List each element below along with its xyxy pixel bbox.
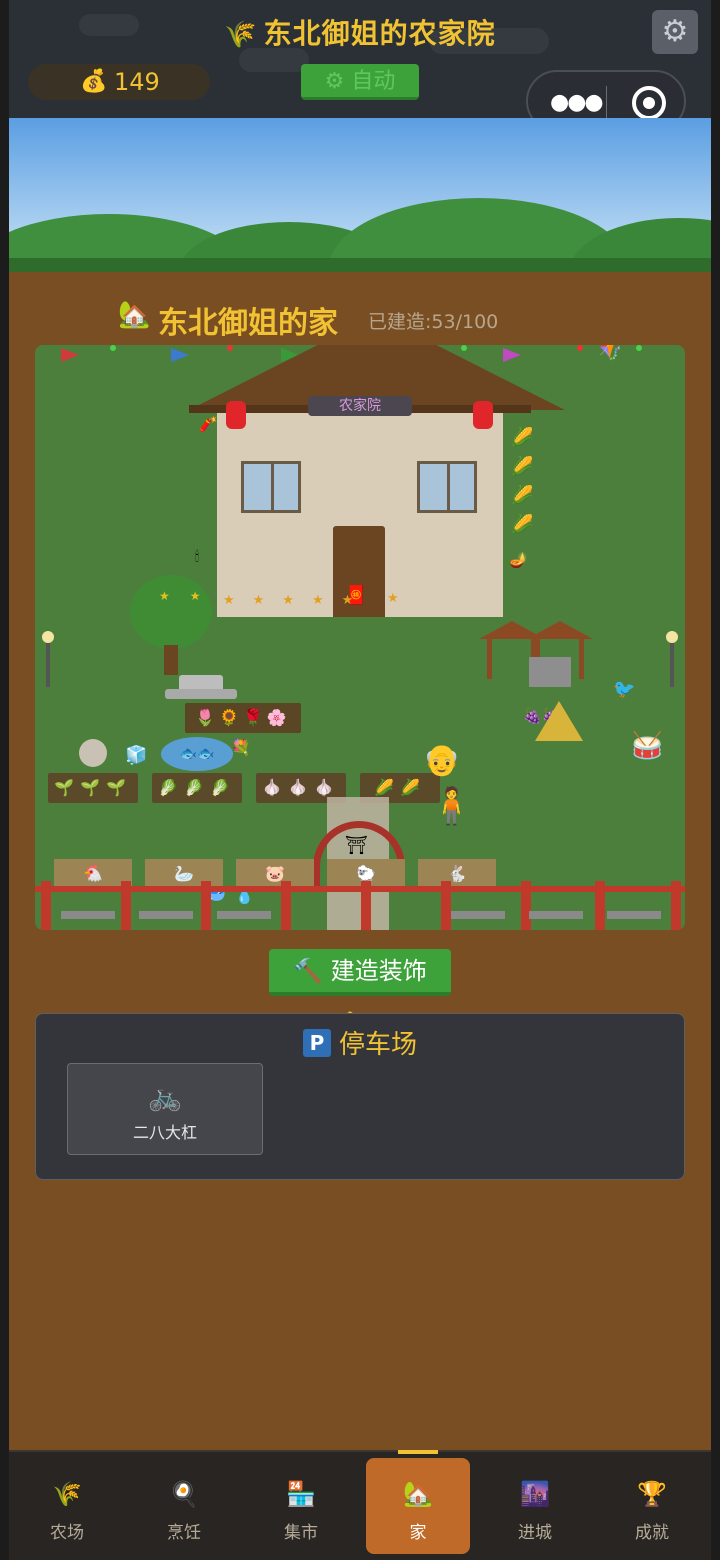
nav-market[interactable]: 🏪 集市 (249, 1458, 353, 1554)
sky-scene (9, 118, 711, 270)
haystack (535, 701, 583, 741)
house-name: 东北御姐的家 (158, 306, 338, 341)
bottom-nav: 🌾 农场 🍳 烹饪 🏪 集市 🏡 家 🌆 进城 🏆 成就 (9, 1450, 711, 1560)
corn-icon: 🌽 🌽 🌽 🌽 (511, 427, 534, 535)
vehicle-name: 二八大杠 (132, 1123, 197, 1142)
nav-label: 进城 (518, 1523, 552, 1543)
ice-icon: 🧊 (125, 745, 148, 766)
lantern-icon (226, 401, 246, 429)
lantern-icon (473, 401, 493, 429)
parking-panel: P 停车场 🚲 二八大杠 (35, 1013, 685, 1180)
pig-pen[interactable]: 🐷 (236, 859, 314, 889)
nav-home[interactable]: 🏡 家 (366, 1458, 470, 1554)
city-icon: 🌆 (520, 1480, 550, 1508)
seedling-plot[interactable]: 🌱🌱🌱 (48, 773, 138, 803)
street-lamp (666, 631, 678, 687)
stone-well (529, 657, 571, 687)
bird-icon: 🐦 (613, 679, 636, 700)
wheat-icon: 🌾 (52, 1480, 82, 1508)
bicycle-icon: 🚲 (147, 1080, 183, 1113)
close-target-icon[interactable] (632, 86, 666, 120)
nav-label: 集市 (284, 1523, 318, 1543)
player-character[interactable]: 🧍 (429, 785, 474, 827)
nav-cooking[interactable]: 🍳 烹饪 (132, 1458, 236, 1554)
nav-label: 家 (409, 1523, 427, 1543)
nav-label: 烹饪 (167, 1523, 201, 1543)
house-sign: 农家院 (308, 396, 412, 416)
rabbit-pen[interactable]: 🐇 (418, 859, 496, 889)
settings-button[interactable]: ⚙ (652, 10, 698, 54)
game-title-text: 东北御姐的农家院 (263, 17, 496, 50)
nav-label: 农场 (50, 1523, 84, 1543)
more-dots-icon[interactable]: ●●● (550, 90, 604, 115)
kite-icon: 🪁 (599, 345, 622, 362)
game-title: 🌾 东北御姐的农家院 (9, 12, 711, 52)
street-lamp (42, 631, 54, 687)
house-icon: 🏡 (403, 1480, 433, 1508)
fence (35, 886, 685, 930)
tree (130, 575, 212, 649)
nav-farm[interactable]: 🌾 农场 (15, 1458, 119, 1554)
nav-city[interactable]: 🌆 进城 (483, 1458, 587, 1554)
window (241, 461, 301, 513)
firecracker-icon: 🧨 (199, 415, 218, 433)
built-count: 已建造:53/100 (368, 311, 499, 333)
money-bag-icon: 💰 (80, 69, 108, 94)
parking-title: 停车场 (338, 1030, 417, 1060)
gate-icon: ⛩ (345, 835, 368, 856)
farmer-character[interactable]: 👴 (423, 743, 460, 778)
nav-label: 成就 (635, 1523, 669, 1543)
gear-icon: ⚙ (661, 14, 689, 49)
coin-counter: 💰 149 (28, 64, 210, 100)
flower-bed[interactable]: 🌷🌻🌹🌸💐 (185, 703, 301, 757)
candle-icon: 🕯 (195, 549, 199, 565)
millstone (79, 739, 107, 767)
parking-icon: P (302, 1028, 331, 1057)
build-decoration-label: 建造装饰 (330, 957, 427, 985)
house-icon: 🏡 (118, 300, 151, 330)
fish-pond[interactable]: 🐟🐟 (161, 737, 233, 771)
wheat-icon: 🌾 (224, 20, 258, 50)
active-indicator (398, 1450, 438, 1454)
vegetable-plot[interactable]: 🥬🥬🥬 (152, 773, 242, 803)
parking-header: P 停车场 (36, 1024, 684, 1061)
trophy-icon: 🏆 (637, 1480, 667, 1508)
build-decoration-button[interactable]: 🔨 建造装饰 (269, 949, 451, 996)
parking-slot[interactable]: 🚲 二八大杠 (67, 1063, 263, 1155)
coin-value: 149 (114, 68, 160, 96)
drum-icon: 🥁 (631, 731, 664, 761)
hammer-icon: 🔨 (293, 957, 324, 985)
window (417, 461, 477, 513)
market-icon: 🏪 (286, 1480, 316, 1508)
auto-button[interactable]: ⚙ 自动 (301, 64, 419, 100)
oil-lamp-icon: 🪔 (509, 551, 528, 569)
stars-decoration: ★★★★★ (223, 593, 372, 608)
cooking-icon: 🍳 (169, 1480, 199, 1508)
yard-scene[interactable]: 🪁 农家院 🧧 🌽 🌽 🌽 🌽 🧨 🕯 🪔 ★★★★★ ★ ★★ 🌷🌻🌹🌸💐 🧊 🐟🐟… (35, 345, 685, 930)
nav-achievements[interactable]: 🏆 成就 (600, 1458, 704, 1554)
